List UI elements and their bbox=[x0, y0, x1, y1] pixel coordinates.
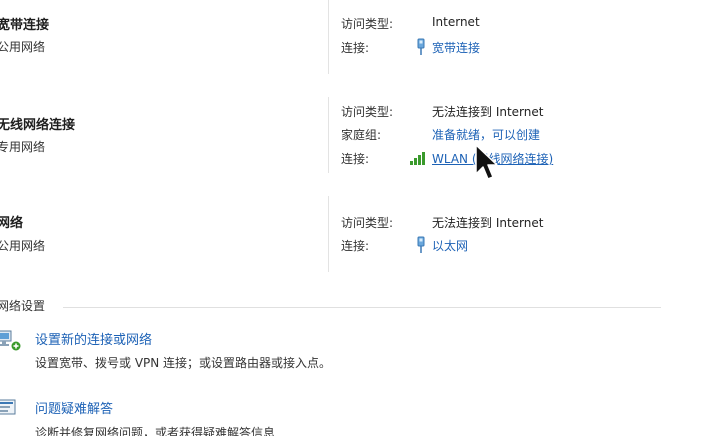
setup-new-connection-link[interactable]: 设置新的连接或网络 bbox=[35, 329, 152, 348]
network-category: 公用网络 bbox=[0, 239, 46, 253]
ethernet-plug-icon bbox=[417, 236, 425, 253]
network-name: 网络 bbox=[0, 216, 24, 231]
troubleshoot-icon[interactable] bbox=[0, 397, 22, 421]
troubleshoot-description: 诊断并修复网络问题，或者获得疑难解答信息 bbox=[35, 426, 276, 436]
troubleshoot-problems-link[interactable]: 问题疑难解答 bbox=[35, 398, 113, 417]
network-block-ethernet: 网络 公用网络 访问类型: 无法连接到 Internet 连接: 以太网 bbox=[0, 0, 713, 280]
network-settings-heading: 网络设置 bbox=[0, 299, 46, 313]
mouse-pointer-icon bbox=[475, 144, 498, 180]
access-type-label: 访问类型: bbox=[341, 216, 394, 230]
section-divider bbox=[63, 307, 661, 308]
column-divider bbox=[328, 196, 329, 272]
network-sharing-center: 宽带连接 公用网络 访问类型: Internet 连接: 宽带连接 无线网络连接… bbox=[0, 0, 713, 436]
setup-new-connection-description: 设置宽带、拨号或 VPN 连接；或设置路由器或接入点。 bbox=[35, 356, 332, 370]
new-connection-icon[interactable] bbox=[0, 329, 22, 353]
ethernet-connection-link[interactable]: 以太网 bbox=[432, 237, 468, 254]
connection-label: 连接: bbox=[341, 239, 370, 253]
access-type-value: 无法连接到 Internet bbox=[432, 216, 544, 230]
